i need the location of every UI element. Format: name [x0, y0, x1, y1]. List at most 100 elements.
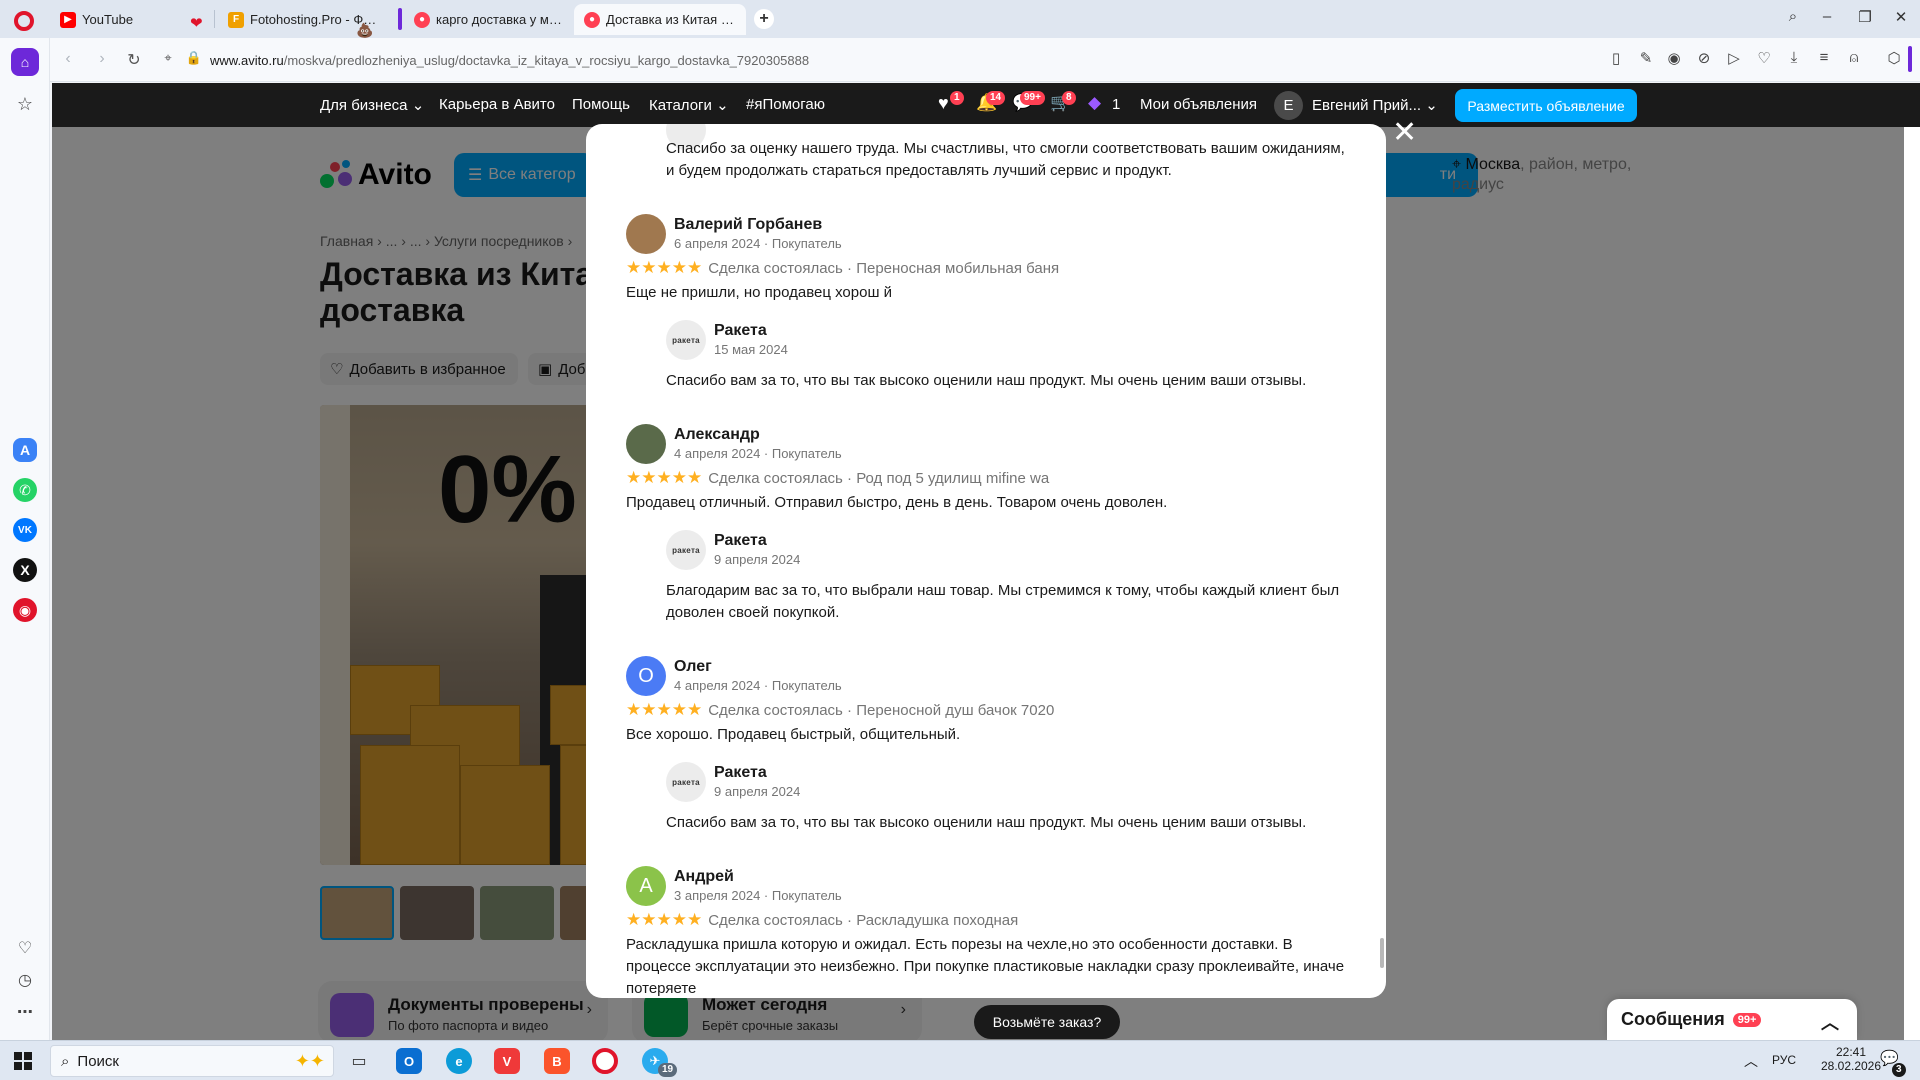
url-field[interactable]: www.avito.ru/moskva/predlozheniya_uslug/…: [210, 45, 1610, 75]
heart-icon[interactable]: ♡: [1754, 49, 1774, 67]
close-window-button[interactable]: ✕: [1890, 8, 1912, 26]
user-menu[interactable]: Евгений Прий... ⌄: [1312, 96, 1438, 114]
promo-count: 1: [1112, 96, 1121, 113]
favorites-heart-icon[interactable]: ♥: [938, 93, 949, 114]
easy-setup-icon[interactable]: ≡: [1814, 49, 1834, 66]
nav-hashtag[interactable]: #яПомогаю: [746, 96, 825, 113]
seller-name: Ракета: [714, 322, 767, 339]
download-icon[interactable]: ⤓: [1784, 49, 1804, 66]
tab-island-marker: [398, 8, 402, 30]
vivaldi-icon[interactable]: V: [494, 1048, 520, 1074]
avito-top-nav: Для бизнеса ⌄ Карьера в Авито Помощь Кат…: [52, 83, 1920, 127]
profile-icon[interactable]: ⍝: [1844, 49, 1864, 66]
nav-business[interactable]: Для бизнеса ⌄: [320, 96, 424, 114]
reply-date: 9 апреля 2024: [714, 784, 801, 799]
seller-name: Ракета: [714, 764, 767, 781]
nav-help[interactable]: Помощь: [572, 96, 630, 113]
extensions-icon[interactable]: ⬡: [1884, 49, 1904, 67]
brave-icon[interactable]: B: [544, 1048, 570, 1074]
opera-logo-icon[interactable]: [14, 11, 34, 31]
review-meta: 4 апреля 2024 · Покупатель: [674, 446, 842, 461]
camera-icon[interactable]: ◉: [1664, 49, 1684, 67]
history-clock-icon[interactable]: ◷: [11, 966, 39, 994]
tray-chevron-icon[interactable]: ︿: [1744, 1051, 1758, 1071]
tab-search-icon[interactable]: ⌕: [1782, 8, 1804, 25]
speed-dial-star-icon[interactable]: ☆: [11, 90, 39, 118]
reviewer-avatar[interactable]: [626, 424, 666, 464]
opera-taskbar-icon[interactable]: [592, 1048, 618, 1074]
reviewer-avatar[interactable]: О: [626, 656, 666, 696]
minimize-button[interactable]: –: [1816, 8, 1838, 25]
close-modal-button[interactable]: ✕: [1392, 118, 1417, 148]
reply-text: Спасибо вам за то, что вы так высоко оце…: [666, 372, 1307, 389]
adblock-icon[interactable]: ⊘: [1694, 49, 1714, 67]
language-indicator[interactable]: РУС: [1772, 1053, 1796, 1067]
play-icon[interactable]: ▷: [1724, 49, 1744, 67]
music-player-icon[interactable]: ◉: [13, 598, 37, 622]
user-avatar[interactable]: Е: [1274, 91, 1303, 120]
reply-text: Спасибо вам за то, что вы так высоко оце…: [666, 814, 1307, 831]
reviewer-name[interactable]: Валерий Горбанев: [674, 216, 822, 234]
forward-button[interactable]: ›: [92, 50, 112, 68]
youtube-icon: ▶: [60, 11, 76, 28]
nav-catalogs[interactable]: Каталоги ⌄: [649, 96, 729, 114]
new-tab-button[interactable]: +: [754, 9, 774, 29]
nav-career[interactable]: Карьера в Авито: [439, 96, 555, 113]
reply-date: 9 апреля 2024: [714, 552, 801, 567]
messages-count-badge: 99+: [1732, 1012, 1762, 1027]
sticker-icon: 💩: [356, 22, 374, 38]
x-icon[interactable]: X: [13, 558, 37, 582]
take-order-button[interactable]: Возьмёте заказ?: [974, 1005, 1120, 1039]
copilot-sparkle-icon: ✦✦: [294, 1050, 325, 1071]
reviewer-name[interactable]: Андрей: [674, 868, 734, 886]
modal-scrollbar[interactable]: [1380, 938, 1384, 968]
reload-button[interactable]: ↻: [124, 50, 144, 70]
lock-icon[interactable]: 🔒: [184, 50, 204, 66]
favorites-badge: 1: [950, 91, 964, 105]
aria-icon[interactable]: A: [13, 438, 37, 462]
post-ad-button[interactable]: Разместить объявление: [1455, 89, 1637, 122]
stars-icon: ★★★★★: [626, 258, 703, 277]
reviewer-avatar[interactable]: [626, 214, 666, 254]
edit-icon[interactable]: ✎: [1636, 49, 1656, 67]
vk-icon[interactable]: VK: [13, 518, 37, 542]
messages-badge: 99+: [1020, 91, 1045, 105]
task-view-icon[interactable]: ▭: [346, 1048, 372, 1074]
taskbar-search[interactable]: ⌕ Поиск ✦✦: [50, 1045, 334, 1077]
reviewer-avatar[interactable]: А: [626, 866, 666, 906]
windows-start-icon[interactable]: [14, 1052, 32, 1070]
edge-icon[interactable]: e: [446, 1048, 472, 1074]
heart-sticker-icon: ❤: [190, 15, 203, 32]
whatsapp-icon[interactable]: ✆: [13, 478, 37, 502]
reviewer-name[interactable]: Александр: [674, 426, 760, 444]
nav-my-ads[interactable]: Мои объявления: [1140, 96, 1257, 113]
notifications-count: 3: [1892, 1063, 1906, 1077]
more-icon[interactable]: ⋯: [11, 998, 39, 1026]
location-pin-icon[interactable]: ⌖: [158, 50, 178, 66]
tab-avito-cargo[interactable]: ● карго доставка у метро А: [404, 4, 572, 35]
review-text: Продавец отличный. Отправил быстро, день…: [626, 494, 1168, 511]
promo-diamond-icon[interactable]: ◆: [1088, 93, 1101, 113]
reader-icon[interactable]: ▯: [1606, 49, 1626, 67]
cart-badge: 8: [1062, 91, 1076, 105]
sidebar-accent: [1908, 46, 1912, 72]
review-text: Раскладушка пришла которую и ожидал. Ест…: [626, 936, 1345, 997]
review-rating: ★★★★★ Сделка состоялась · Раскладушка пох…: [626, 910, 1019, 929]
reply-text: Спасибо за оценку нашего труда. Мы счаст…: [666, 140, 1345, 179]
stars-icon: ★★★★★: [626, 910, 703, 929]
chevron-up-icon[interactable]: ︿: [1821, 1009, 1839, 1035]
back-button[interactable]: ‹: [58, 50, 78, 68]
stars-icon: ★★★★★: [626, 700, 703, 719]
reviewer-name[interactable]: Олег: [674, 658, 712, 676]
clock[interactable]: 22:41 28.02.2026: [1816, 1045, 1886, 1073]
review-rating: ★★★★★ Сделка состоялась · Род под 5 удили…: [626, 468, 1050, 487]
messages-panel[interactable]: Сообщения 99+ ︿: [1607, 999, 1857, 1040]
outlook-icon[interactable]: O: [396, 1048, 422, 1074]
restore-button[interactable]: ❐: [1854, 8, 1876, 26]
home-icon[interactable]: ⌂: [11, 48, 39, 76]
tab-avito-delivery[interactable]: ● Доставка из Китая в Росс: [574, 4, 746, 35]
notifications-badge: 14: [986, 91, 1006, 105]
tab-youtube[interactable]: ▶ YouTube: [50, 4, 210, 35]
review-rating: ★★★★★ Сделка состоялась · Переносная моби…: [626, 258, 1060, 277]
favorites-heart-icon[interactable]: ♡: [11, 934, 39, 962]
